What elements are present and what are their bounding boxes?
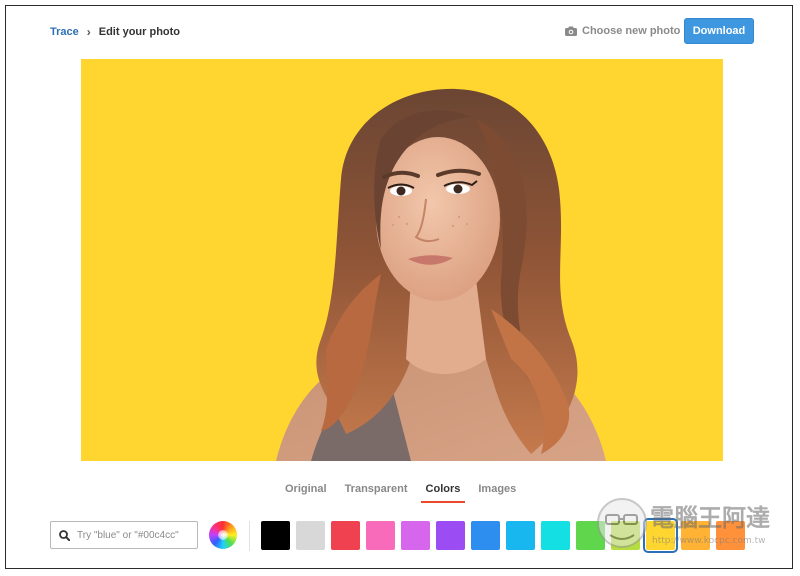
swatch-yellow[interactable] [643,518,678,553]
chevron-right-icon: › [86,25,91,39]
breadcrumb-trace-link[interactable]: Trace [50,26,79,38]
choose-new-photo-label: Choose new photo [582,25,681,37]
search-icon [59,529,70,541]
page-title: Edit your photo [98,26,181,38]
swatch-amber[interactable] [681,521,710,550]
color-search-input[interactable] [77,529,187,541]
swatch-black[interactable] [261,521,290,550]
swatch-light-gray[interactable] [296,521,325,550]
color-swatches [261,518,745,553]
color-wheel-icon[interactable] [209,521,237,549]
swatch-yellow-green[interactable] [611,521,640,550]
swatch-blue[interactable] [471,521,500,550]
app-window: Trace › Edit your photo Choose new photo… [5,5,793,569]
swatch-red[interactable] [331,521,360,550]
choose-new-photo-button[interactable]: Choose new photo [565,25,680,37]
photo-canvas [81,59,723,461]
download-button[interactable]: Download [684,18,754,44]
tab-images[interactable]: Images [469,483,525,503]
camera-icon [565,26,577,36]
swatch-turquoise[interactable] [541,521,570,550]
swatch-orange[interactable] [716,521,745,550]
tab-colors[interactable]: Colors [417,483,470,503]
color-search-box [50,521,198,549]
breadcrumb: Trace › Edit your photo [50,25,180,39]
tab-original[interactable]: Original [276,483,336,503]
swatch-sky-blue[interactable] [506,521,535,550]
editor-tabs: Original Transparent Colors Images [276,483,525,503]
divider [249,521,250,551]
swatch-pink[interactable] [366,521,395,550]
portrait-photo [276,88,606,461]
swatch-purple[interactable] [436,521,465,550]
swatch-green[interactable] [576,521,605,550]
swatch-orchid[interactable] [401,521,430,550]
header: Trace › Edit your photo Choose new photo… [6,6,792,62]
tab-transparent[interactable]: Transparent [336,483,417,503]
